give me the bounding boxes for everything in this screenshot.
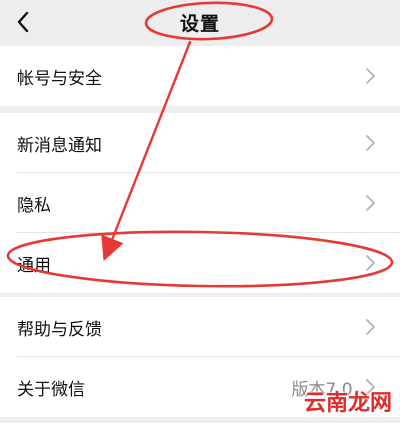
chevron-right-icon bbox=[366, 135, 375, 151]
settings-item-help-feedback[interactable]: 帮助与反馈 bbox=[0, 297, 400, 357]
settings-section-general: 新消息通知 隐私 通用 bbox=[0, 113, 400, 293]
settings-item-notifications[interactable]: 新消息通知 bbox=[0, 113, 400, 173]
settings-item-label: 关于微信 bbox=[17, 379, 85, 400]
settings-section-account: 帐号与安全 bbox=[0, 46, 400, 106]
chevron-right-icon bbox=[366, 319, 375, 335]
settings-item-privacy[interactable]: 隐私 bbox=[0, 173, 400, 233]
settings-item-label: 帐号与安全 bbox=[17, 68, 102, 89]
settings-item-label: 新消息通知 bbox=[17, 135, 102, 156]
chevron-right-icon bbox=[366, 255, 375, 271]
header-bar: 设置 bbox=[0, 0, 400, 44]
chevron-right-icon bbox=[366, 195, 375, 211]
page-title: 设置 bbox=[179, 13, 220, 35]
settings-item-label: 通用 bbox=[17, 255, 51, 276]
chevron-right-icon bbox=[366, 68, 375, 84]
settings-item-general[interactable]: 通用 bbox=[0, 233, 400, 293]
settings-item-label: 隐私 bbox=[17, 195, 51, 216]
settings-item-account-security[interactable]: 帐号与安全 bbox=[0, 46, 400, 106]
watermark-logo: 云南龙网 bbox=[303, 391, 392, 416]
settings-item-label: 帮助与反馈 bbox=[17, 319, 102, 340]
